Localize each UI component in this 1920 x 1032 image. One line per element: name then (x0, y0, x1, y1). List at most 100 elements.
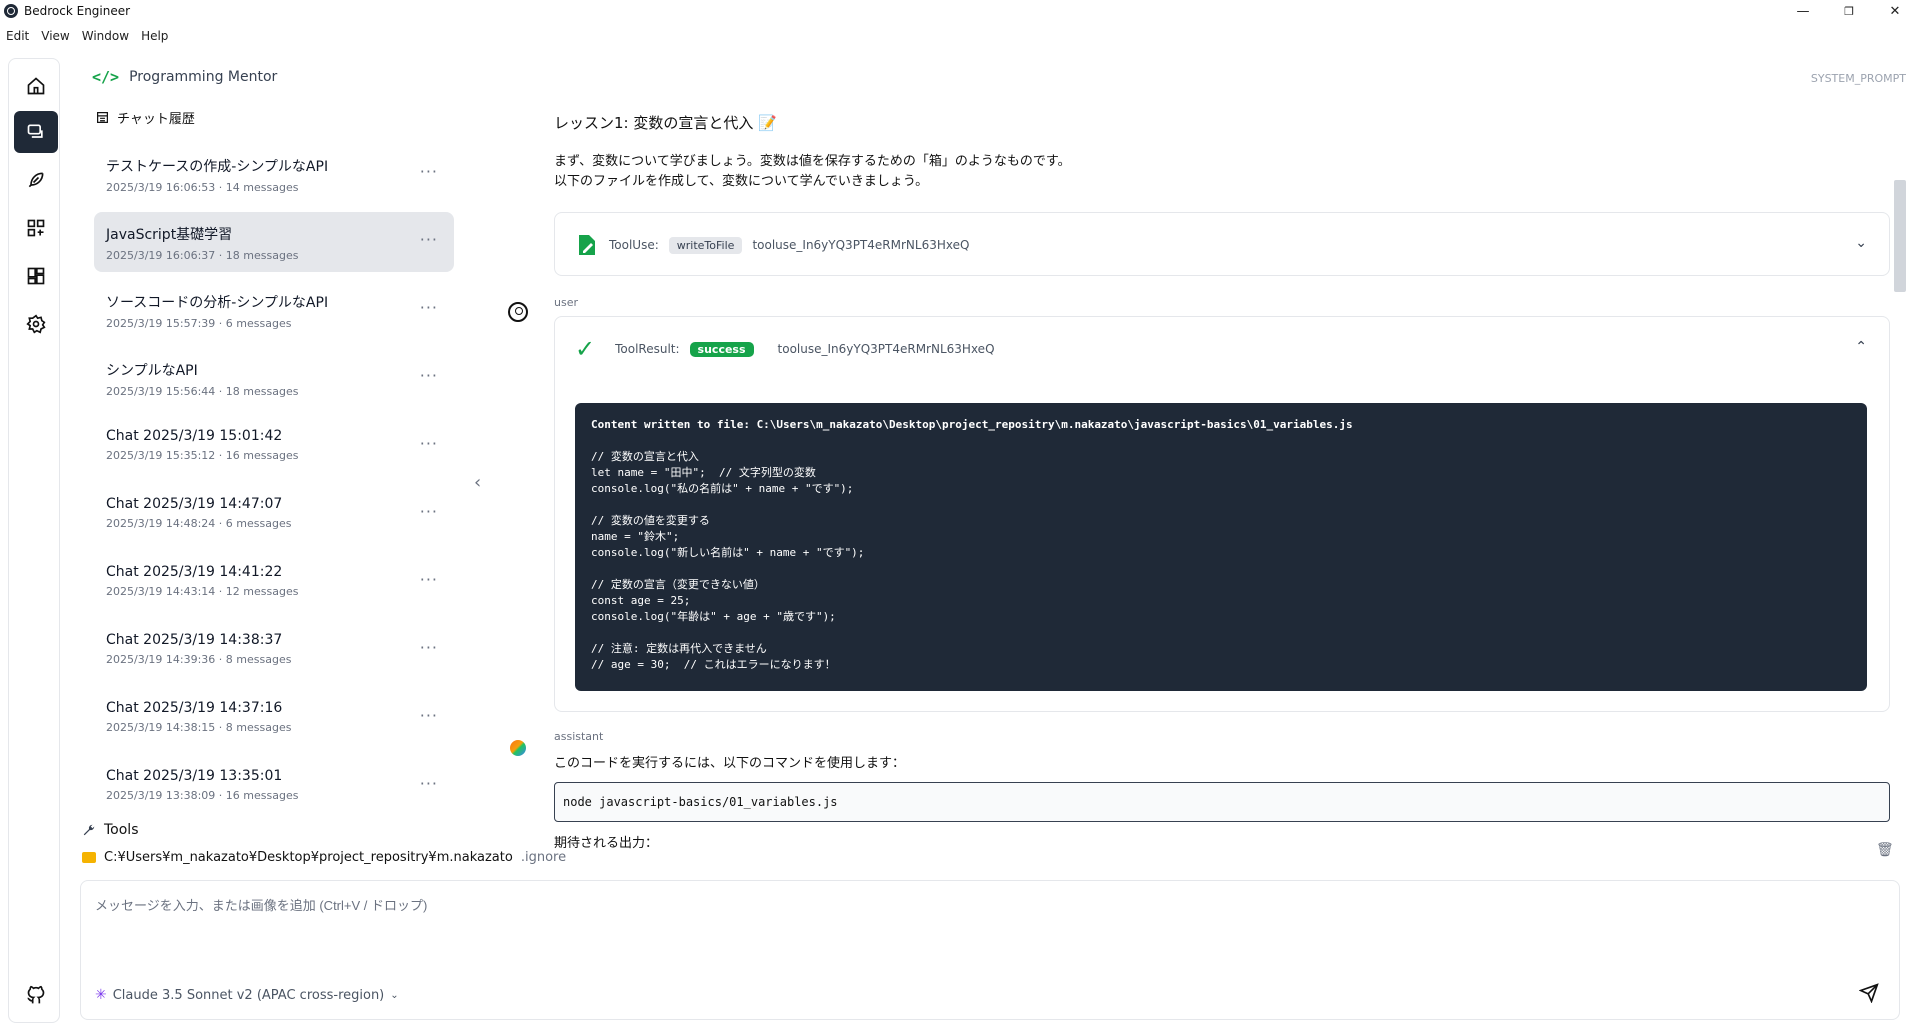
lesson-line: まず、変数について学びましょう。変数は値を保存するための「箱」のようなものです。 (554, 154, 1071, 169)
menu-view[interactable]: View (35, 29, 75, 43)
tool-use-card[interactable]: ToolUse: writeToFile tooluse_In6yYQ3PT4e… (554, 212, 1890, 276)
nav-diagram[interactable] (14, 207, 58, 249)
more-options-icon[interactable]: ··· (420, 570, 438, 589)
expected-output-label: 期待される出力： (554, 836, 659, 851)
session-meta: 2025/3/19 14:48:24 · 6 messages (106, 517, 292, 530)
nav-writer[interactable] (14, 159, 58, 201)
nav-chat[interactable] (14, 111, 58, 153)
chevron-down-icon[interactable]: ⌄ (1855, 235, 1867, 251)
scrollbar-thumb[interactable] (1894, 180, 1906, 292)
send-button[interactable] (1857, 981, 1881, 1005)
diagram-icon (27, 219, 45, 237)
system-prompt-button[interactable]: SYSTEM_PROMPT (1811, 72, 1906, 85)
history-title: チャット履歴 (117, 112, 195, 127)
github-icon (27, 985, 45, 1004)
more-options-icon[interactable]: ··· (420, 162, 438, 181)
session-title: シンプルなAPI (106, 363, 198, 379)
session-item[interactable]: Chat 2025/3/19 13:35:01 2025/3/19 13:38:… (94, 756, 454, 816)
menu-window[interactable]: Window (76, 29, 135, 43)
tool-use-id: tooluse_In6yYQ3PT4eRMrNL63HxeQ (752, 238, 970, 252)
status-badge: success (689, 341, 754, 357)
agent-header[interactable]: </> Programming Mentor (92, 68, 277, 86)
session-item[interactable]: Chat 2025/3/19 15:01:42 2025/3/19 15:35:… (94, 416, 454, 476)
trash-icon[interactable]: 🗑 (1876, 842, 1894, 858)
window-title: Bedrock Engineer (24, 4, 131, 18)
session-meta: 2025/3/19 14:38:15 · 8 messages (106, 721, 292, 734)
chat-scrollbar[interactable] (1894, 100, 1906, 852)
claude-icon: ✳ (95, 987, 107, 1003)
ignore-link[interactable]: .ignore (521, 850, 566, 865)
nav-rail (8, 58, 60, 1023)
more-options-icon[interactable]: ··· (420, 366, 438, 385)
collapse-sidebar-icon[interactable]: ‹ (474, 472, 481, 493)
tool-result-card[interactable]: ✓ ToolResult: success tooluse_In6yYQ3PT4… (554, 316, 1890, 712)
lesson-line: 以下のファイルを作成して、変数について学んでいきましょう。 (554, 174, 929, 189)
menu-bar: Edit View Window Help (0, 26, 174, 46)
layout-icon (27, 267, 45, 285)
model-name: Claude 3.5 Sonnet v2 (APAC cross-region) (112, 987, 385, 1003)
session-meta: 2025/3/19 14:43:14 · 12 messages (106, 585, 299, 598)
more-options-icon[interactable]: ··· (420, 298, 438, 317)
more-options-icon[interactable]: ··· (420, 638, 438, 657)
more-options-icon[interactable]: ··· (420, 502, 438, 521)
home-icon (27, 77, 45, 95)
nav-settings[interactable] (14, 303, 58, 345)
app-logo-icon (4, 4, 18, 18)
session-meta: 2025/3/19 14:39:36 · 8 messages (106, 653, 292, 666)
close-button[interactable]: ✕ (1872, 0, 1918, 22)
restore-button[interactable]: ❐ (1826, 0, 1872, 22)
tools-label: Tools (104, 822, 139, 838)
session-meta: 2025/3/19 16:06:53 · 14 messages (106, 181, 299, 194)
code-output: Content written to file: C:\Users\m_naka… (575, 403, 1867, 691)
history-list-icon (97, 112, 108, 123)
nav-website[interactable] (14, 255, 58, 297)
tools-toggle[interactable]: Tools (82, 822, 139, 838)
command-code-block: node javascript-basics/01_variables.js (554, 782, 1890, 822)
tool-use-label: ToolUse: (609, 238, 659, 252)
session-title: Chat 2025/3/19 15:01:42 (106, 428, 283, 444)
session-meta: 2025/3/19 15:56:44 · 18 messages (106, 385, 299, 398)
chat-messages: レッスン1: 変数の宣言と代入 📝 まず、変数について学びましょう。変数は値を保… (496, 100, 1896, 852)
tool-result-id: tooluse_In6yYQ3PT4eRMrNL63HxeQ (777, 342, 995, 356)
assistant-message: このコードを実行するには、以下のコマンドを使用します： (554, 756, 906, 771)
session-item[interactable]: Chat 2025/3/19 14:47:07 2025/3/19 14:48:… (94, 484, 454, 544)
project-directory[interactable]: C:¥Users¥m_nakazato¥Desktop¥project_repo… (82, 850, 566, 865)
history-header: チャット履歴 (96, 108, 195, 127)
session-item[interactable]: ソースコードの分析-シンプルなAPI 2025/3/19 15:57:39 · … (94, 280, 454, 340)
nav-home[interactable] (14, 65, 58, 107)
more-options-icon[interactable]: ··· (420, 434, 438, 453)
model-selector[interactable]: ✳ Claude 3.5 Sonnet v2 (APAC cross-regio… (95, 987, 399, 1003)
session-item[interactable]: Chat 2025/3/19 14:37:16 2025/3/19 14:38:… (94, 688, 454, 748)
session-item[interactable]: Chat 2025/3/19 14:41:22 2025/3/19 14:43:… (94, 552, 454, 612)
more-options-icon[interactable]: ··· (420, 706, 438, 725)
session-title: JavaScript基礎学習 (106, 227, 233, 243)
minimize-button[interactable]: — (1780, 0, 1826, 22)
session-meta: 2025/3/19 13:38:09 · 16 messages (106, 789, 299, 802)
session-meta: 2025/3/19 16:06:37 · 18 messages (106, 249, 299, 262)
check-icon: ✓ (575, 335, 596, 363)
folder-icon (82, 852, 96, 863)
more-options-icon[interactable]: ··· (420, 230, 438, 249)
session-title: Chat 2025/3/19 14:41:22 (106, 564, 283, 580)
tool-name-badge: writeToFile (668, 236, 743, 254)
message-input[interactable] (95, 895, 1795, 955)
lesson-text: まず、変数について学びましょう。変数は値を保存するための「箱」のようなものです。… (554, 152, 1071, 192)
session-item[interactable]: シンプルなAPI 2025/3/19 15:56:44 · 18 message… (94, 348, 454, 408)
session-item[interactable]: テストケースの作成-シンプルなAPI 2025/3/19 16:06:53 · … (94, 144, 454, 204)
session-item-active[interactable]: JavaScript基礎学習 2025/3/19 16:06:37 · 18 m… (94, 212, 454, 272)
session-meta: 2025/3/19 15:35:12 · 16 messages (106, 449, 299, 462)
code-icon: </> (92, 68, 120, 86)
session-item[interactable]: Chat 2025/3/19 14:38:37 2025/3/19 14:39:… (94, 620, 454, 680)
more-options-icon[interactable]: ··· (420, 774, 438, 793)
code-output-header: Content written to file: C:\Users\m_naka… (591, 418, 1353, 431)
agent-name: Programming Mentor (129, 69, 278, 85)
nav-github[interactable] (14, 974, 58, 1016)
gear-icon (26, 314, 46, 334)
code-output-body: // 変数の宣言と代入 let name = "田中"; // 文字列型の変数 … (591, 450, 865, 671)
user-avatar-icon (508, 302, 528, 322)
menu-help[interactable]: Help (135, 29, 174, 43)
chevron-up-icon[interactable]: ⌃ (1855, 339, 1867, 355)
session-title: Chat 2025/3/19 14:37:16 (106, 700, 283, 716)
menu-edit[interactable]: Edit (0, 29, 35, 43)
lesson-title: レッスン1: 変数の宣言と代入 📝 (554, 114, 777, 132)
